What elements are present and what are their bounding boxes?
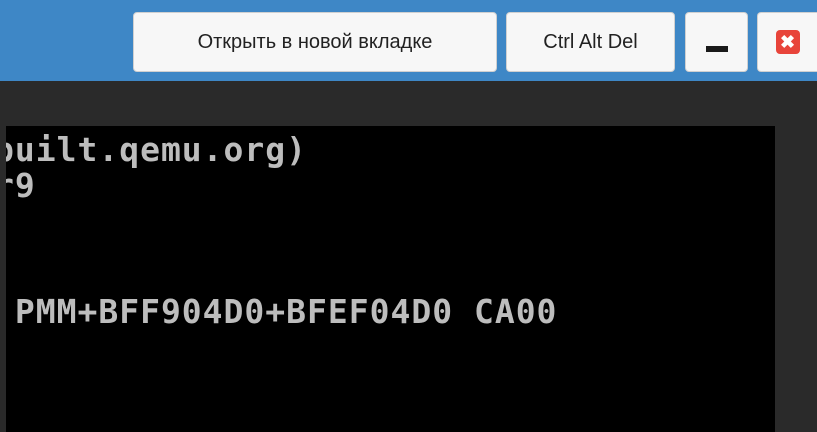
close-icon: ✖ xyxy=(775,30,800,54)
vm-console-toolbar: Открыть в новой вкладке Ctrl Alt Del ✖ xyxy=(0,0,817,81)
close-button[interactable]: ✖ xyxy=(757,12,817,72)
minimize-icon xyxy=(705,46,728,52)
open-in-new-tab-label: Открыть в новой вкладке xyxy=(197,30,433,53)
console-line: r9 xyxy=(6,166,36,205)
console-line: PMM+BFF904D0+BFEF04D0 CA00 xyxy=(6,292,558,331)
open-in-new-tab-button[interactable]: Открыть в новой вкладке xyxy=(133,12,497,72)
vm-screen[interactable]: built.qemu.org) r9 PMM+BFF904D0+BFEF04D0… xyxy=(6,126,775,432)
console-line: built.qemu.org) xyxy=(6,130,308,169)
console-frame: built.qemu.org) r9 PMM+BFF904D0+BFEF04D0… xyxy=(0,81,817,432)
minimize-button[interactable] xyxy=(685,12,748,72)
ctrl-alt-del-button[interactable]: Ctrl Alt Del xyxy=(506,12,675,72)
ctrl-alt-del-label: Ctrl Alt Del xyxy=(543,30,638,53)
